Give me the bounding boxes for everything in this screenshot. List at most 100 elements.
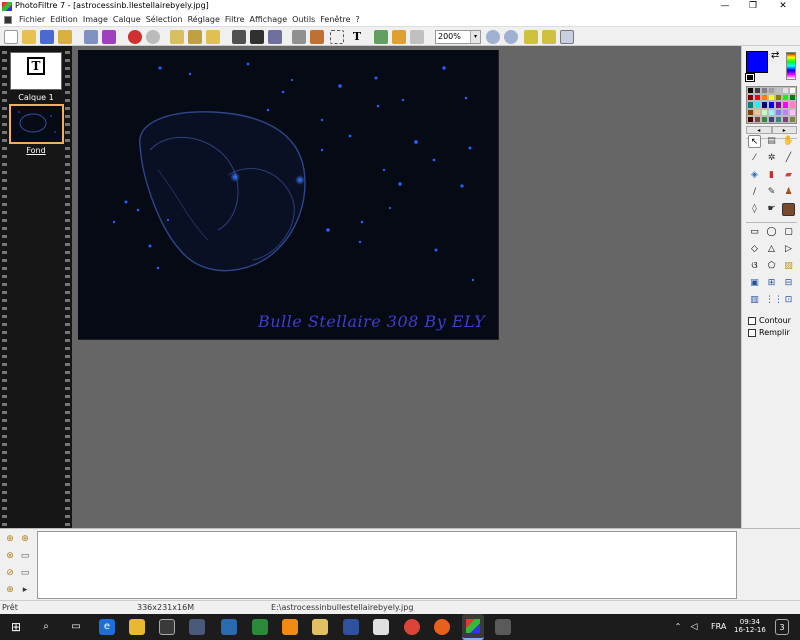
menu-filtre[interactable]: Filtre — [225, 15, 250, 24]
arrow-triangle-shape-icon[interactable]: ▷ — [782, 243, 795, 256]
undo-icon[interactable] — [128, 30, 142, 44]
palette-swatch[interactable] — [747, 108, 754, 116]
clock[interactable]: 09:34 16-12-16 — [734, 618, 766, 634]
palette-swatch[interactable] — [789, 87, 796, 95]
tray-chevron-icon[interactable]: ⌃ — [673, 619, 683, 635]
palette-scroll-left-icon[interactable]: ◂ — [746, 126, 772, 134]
copy-icon[interactable] — [188, 30, 202, 44]
eyedropper-tool-icon[interactable]: ⁄ — [748, 152, 761, 165]
palette-swatch[interactable] — [768, 94, 775, 102]
palette-swatch[interactable] — [754, 101, 761, 109]
menu-calque[interactable]: Calque — [113, 15, 146, 24]
diamond-shape-icon[interactable]: ◇ — [748, 243, 761, 256]
brush-tool-icon[interactable]: / — [748, 186, 761, 199]
menu-image[interactable]: Image — [83, 15, 113, 24]
palette-swatch[interactable] — [789, 101, 796, 109]
selection-fit-icon[interactable]: ⊡ — [782, 294, 795, 307]
selection-center-icon[interactable]: ⋮⋮ — [765, 294, 783, 307]
magic-wand-tool-icon[interactable]: ✲ — [765, 152, 778, 165]
menu-edition[interactable]: Edition — [50, 15, 83, 24]
palette-swatch[interactable] — [761, 115, 768, 123]
palette-swatch[interactable] — [761, 87, 768, 95]
chevron-down-icon[interactable]: ▾ — [470, 31, 480, 43]
brush-options-icon[interactable] — [410, 30, 424, 44]
redo-icon[interactable] — [146, 30, 160, 44]
palette-swatch[interactable] — [775, 101, 782, 109]
palette-swatch[interactable] — [782, 108, 789, 116]
palette-swatch[interactable] — [782, 87, 789, 95]
fullscreen-icon[interactable] — [560, 30, 574, 44]
palette-swatch[interactable] — [754, 87, 761, 95]
smudge-tool-icon[interactable]: ☛ — [765, 203, 778, 216]
palette-swatch[interactable] — [782, 115, 789, 123]
eraser-tool-icon[interactable]: ▰ — [782, 169, 795, 182]
app-icon-2[interactable] — [221, 619, 237, 635]
fill-checkbox[interactable] — [748, 329, 756, 337]
close-button[interactable]: ✕ — [770, 0, 796, 13]
image-canvas[interactable]: Bulle Stellaire 308 By ELY — [78, 50, 499, 340]
store-icon[interactable] — [159, 619, 175, 635]
app-icon-1[interactable] — [189, 619, 205, 635]
blur-tool-icon[interactable]: ◊ — [748, 203, 761, 216]
spray-tool-icon[interactable]: ▮ — [765, 169, 778, 182]
menu-fichier[interactable]: Fichier — [19, 15, 50, 24]
palette-swatch[interactable] — [754, 94, 761, 102]
paste-icon[interactable] — [206, 30, 220, 44]
invert-selection-icon[interactable]: ⊞ — [765, 277, 778, 290]
palette-swatch[interactable] — [789, 115, 796, 123]
palette-swatch[interactable] — [768, 115, 775, 123]
palette-swatch[interactable] — [747, 115, 754, 123]
app-icon-3[interactable] — [252, 619, 268, 635]
history-page-icon[interactable]: ▭ — [19, 550, 31, 562]
task-view-icon[interactable]: ▭ — [68, 619, 84, 635]
crop-icon[interactable] — [268, 30, 282, 44]
palette-swatch[interactable] — [789, 94, 796, 102]
palette-swatch[interactable] — [775, 87, 782, 95]
vlc-icon[interactable] — [282, 619, 298, 635]
cut-icon[interactable] — [170, 30, 184, 44]
palette-scroll-right-icon[interactable]: ▸ — [771, 126, 797, 134]
select-all-icon[interactable]: ▣ — [748, 277, 761, 290]
palette-swatch[interactable] — [747, 87, 754, 95]
magic-wand-icon[interactable] — [392, 30, 406, 44]
menu-selection[interactable]: Sélection — [146, 15, 188, 24]
default-colors-icon[interactable] — [745, 73, 755, 82]
text-tool-icon[interactable]: T — [350, 30, 364, 44]
color-spectrum[interactable] — [786, 52, 796, 80]
rectangle-shape-icon[interactable]: ▭ — [748, 226, 761, 239]
print-icon[interactable] — [84, 30, 98, 44]
actual-size-icon[interactable] — [524, 30, 538, 44]
scan-icon[interactable] — [102, 30, 116, 44]
history-step-icon[interactable]: ⊗ — [4, 550, 16, 562]
stamp-tool-icon[interactable]: ♟ — [782, 186, 795, 199]
windows-start-icon[interactable]: ⊞ — [8, 619, 24, 635]
volume-icon[interactable]: ◁ — [688, 619, 700, 635]
search-icon[interactable]: ⌕ — [38, 619, 54, 635]
document-icon[interactable] — [4, 16, 12, 24]
minimize-button[interactable]: — — [712, 0, 738, 13]
hand-tool-icon[interactable]: ✋ — [782, 135, 795, 148]
rounded-rect-shape-icon[interactable]: ▢ — [782, 226, 795, 239]
menu-reglage[interactable]: Réglage — [188, 15, 225, 24]
hide-selection-icon[interactable]: ⊟ — [782, 277, 795, 290]
zoom-select[interactable]: 200% ▾ — [435, 30, 481, 44]
palette-swatch[interactable] — [782, 101, 789, 109]
palette-swatch[interactable] — [768, 101, 775, 109]
triangle-shape-icon[interactable]: △ — [765, 243, 778, 256]
history-clear-icon[interactable]: ⊘ — [4, 567, 16, 579]
save-icon[interactable] — [40, 30, 54, 44]
menu-fenetre[interactable]: Fenêtre — [320, 15, 355, 24]
color-palette[interactable] — [746, 86, 797, 124]
app-icon-5[interactable] — [495, 619, 511, 635]
play-icon[interactable]: ▸ — [19, 584, 31, 596]
layer-options-icon[interactable] — [374, 30, 388, 44]
swap-colors-icon[interactable]: ⇄ — [771, 50, 779, 61]
edge-browser-icon[interactable]: e — [99, 619, 115, 635]
photofiltre-taskbar-button[interactable] — [462, 614, 484, 640]
fit-window-icon[interactable] — [542, 30, 556, 44]
palette-swatch[interactable] — [775, 94, 782, 102]
menu-affichage[interactable]: Affichage — [250, 15, 293, 24]
language-indicator[interactable]: FRA — [711, 622, 726, 631]
lasso-shape-icon[interactable]: ଓ — [748, 260, 761, 273]
chrome-icon[interactable] — [404, 619, 420, 635]
